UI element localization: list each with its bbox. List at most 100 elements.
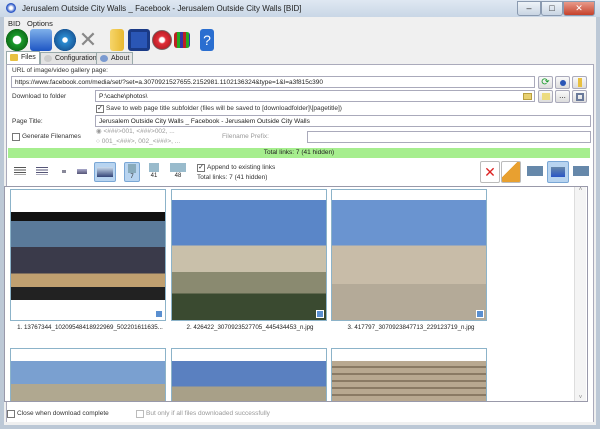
view-tiny-button[interactable] <box>56 162 72 182</box>
thumbnail-4[interactable] <box>10 348 166 401</box>
view-large-button[interactable] <box>94 162 116 182</box>
append-label: Append to existing links <box>207 164 276 171</box>
filter-selected-button[interactable]: 7 <box>124 162 140 182</box>
download-icon <box>560 80 566 86</box>
more-button[interactable]: ... <box>555 90 570 103</box>
radio-label: <###>001, <###>002, ... <box>103 128 175 135</box>
settings-icon[interactable] <box>151 29 173 51</box>
thumbnail-image <box>11 212 165 300</box>
fetch-button[interactable] <box>555 76 570 89</box>
folder-icon[interactable] <box>110 29 124 51</box>
open-folder-button[interactable] <box>538 90 553 103</box>
list-icon <box>36 167 48 175</box>
view-small-button[interactable] <box>74 162 90 182</box>
thumbnail-image <box>172 200 326 320</box>
thumbnail-1[interactable] <box>10 189 166 321</box>
folder-input[interactable]: P:\cache\photos\ <box>95 90 535 102</box>
thumbnail-caption: 2. 426422_3070923527705_445434453_n.jpg <box>186 324 314 331</box>
filter-all-button[interactable]: 48 <box>168 162 188 182</box>
close-when-complete-checkbox[interactable] <box>7 410 15 418</box>
large-thumb-icon <box>97 167 113 177</box>
download-icon <box>551 167 565 177</box>
gallery-scrollbar[interactable]: ˄ ˅ <box>574 187 586 401</box>
naming-radio-2[interactable]: ○ 001_<###>, 002_<###>, ... <box>96 138 180 145</box>
page-title-label: Page Title: <box>12 118 43 125</box>
film-icon[interactable] <box>174 32 190 48</box>
remove-links-button[interactable]: ✕ <box>480 161 500 183</box>
view-list-button[interactable] <box>34 162 50 182</box>
play-button[interactable] <box>526 161 544 183</box>
subfolder-checkbox[interactable]: ✓ <box>96 105 104 113</box>
prefix-input[interactable] <box>307 131 591 143</box>
bookmark-icon <box>578 78 582 87</box>
minimize-button[interactable]: – <box>517 1 541 16</box>
status-bar: Total links: 7 (41 hidden) <box>8 148 590 158</box>
tab-label: About <box>111 55 130 62</box>
folder-icon <box>10 54 18 61</box>
refresh-url-button[interactable]: ⟳ <box>538 76 553 89</box>
tiny-thumb-icon <box>62 170 66 173</box>
menu-bid[interactable]: BID <box>8 19 21 28</box>
bookmark-button[interactable] <box>572 76 587 89</box>
title-bar: Jerusalem Outside City Walls _ Facebook … <box>0 0 600 17</box>
save-icon[interactable] <box>128 29 150 51</box>
thumbnail-caption: 1. 13767344_10209548418922969_5022016116… <box>17 324 163 331</box>
folder-label: Download to folder <box>12 93 67 100</box>
scroll-up-icon[interactable]: ˄ <box>575 187 586 193</box>
tab-label: Files <box>21 54 36 61</box>
thumbnail-2[interactable] <box>171 189 327 321</box>
view-details-button[interactable] <box>12 162 28 182</box>
browse-folder-icon[interactable] <box>523 93 532 100</box>
url-input[interactable]: https://www.facebook.com/media/set/?set=… <box>11 76 535 88</box>
tab-about[interactable]: About <box>96 52 134 64</box>
filter-count: 41 <box>150 173 158 179</box>
menu-options[interactable]: Options <box>27 19 53 28</box>
gear-icon <box>44 55 52 62</box>
maximize-button[interactable]: □ <box>541 1 563 16</box>
select-icon[interactable] <box>476 310 484 318</box>
generate-filenames-checkbox[interactable] <box>12 133 20 141</box>
thumbnail-gallery: 1. 13767344_10209548418922969_5022016116… <box>4 186 588 402</box>
append-checkbox[interactable]: ✓ <box>197 164 205 172</box>
close-button[interactable]: ✕ <box>563 1 595 16</box>
filter-icon <box>170 163 186 172</box>
info-icon <box>100 55 108 62</box>
help-book-icon[interactable]: ? <box>200 29 214 51</box>
total-links-label: Total links: 7 (41 hidden) <box>197 174 268 181</box>
tab-label: Configuration <box>55 55 97 62</box>
tab-files[interactable]: Files <box>6 51 40 64</box>
rename-button[interactable] <box>572 161 590 183</box>
download-icon[interactable] <box>30 29 52 51</box>
download-links-button[interactable] <box>547 161 569 183</box>
select-icon[interactable] <box>316 310 324 318</box>
scroll-down-icon[interactable]: ˅ <box>575 395 586 401</box>
naming-radio-1[interactable]: ◉ <###>001, <###>002, ... <box>96 127 175 135</box>
only-if-success-label: But only if all files downloaded success… <box>146 410 270 417</box>
rename-icon <box>573 166 589 176</box>
save-folder-button[interactable] <box>572 90 587 103</box>
folder-icon <box>542 93 550 100</box>
refresh-icon[interactable] <box>6 29 28 51</box>
small-thumb-icon <box>77 169 87 174</box>
page-title-input[interactable]: Jerusalem Outside City Walls _ Facebook … <box>95 115 591 127</box>
cancel-icon[interactable]: ✕ <box>77 29 99 51</box>
filter-icon <box>128 164 136 173</box>
thumbnail-3[interactable] <box>331 189 487 321</box>
play-icon <box>527 166 543 176</box>
thumbnail-5[interactable] <box>171 348 327 401</box>
thumbnail-image <box>332 361 486 401</box>
subfolder-label: Save to web page title subfolder (files … <box>106 105 342 112</box>
clear-button[interactable] <box>501 161 521 183</box>
filter-hidden-button[interactable]: 41 <box>146 162 162 182</box>
app-icon <box>6 3 16 13</box>
thumbnail-image <box>332 200 486 320</box>
close-when-complete-label: Close when download complete <box>17 410 109 417</box>
only-if-success-checkbox[interactable] <box>136 410 144 418</box>
help-bubble-icon[interactable] <box>54 29 76 51</box>
tab-configuration[interactable]: Configuration <box>40 52 101 64</box>
radio-label: 001_<###>, 002_<###>, ... <box>101 138 181 145</box>
filter-icon <box>149 163 159 172</box>
select-icon[interactable] <box>155 310 163 318</box>
thumbnail-image <box>11 361 165 401</box>
thumbnail-6[interactable] <box>331 348 487 401</box>
